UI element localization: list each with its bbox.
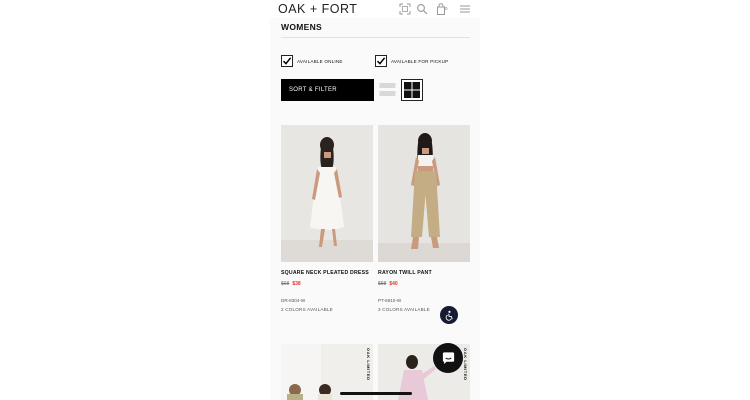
check-icon <box>282 57 292 65</box>
scan-icon[interactable] <box>399 3 411 15</box>
accessibility-button[interactable] <box>440 306 458 324</box>
limited-tag: OAK LIMITED <box>463 348 468 381</box>
product-price: $58 $40 <box>378 281 470 287</box>
filter-available-online[interactable]: AVAILABLE ONLINE <box>281 54 343 68</box>
accessibility-icon <box>445 310 453 321</box>
top-header: OAK + FORT 0 <box>270 0 480 18</box>
available-pickup-label: AVAILABLE FOR PICKUP <box>391 58 449 64</box>
product-image[interactable] <box>378 125 470 262</box>
product-sku: DR-8304-W <box>281 298 306 303</box>
filter-available-pickup[interactable]: AVAILABLE FOR PICKUP <box>375 54 448 68</box>
mobile-viewport: OAK + FORT 0 WOMENS AVAILABLE ONLINE AVA… <box>270 0 480 400</box>
brand-logo[interactable]: OAK + FORT <box>278 2 357 16</box>
divider <box>281 37 470 38</box>
available-pickup-checkbox[interactable] <box>375 55 387 67</box>
check-icon <box>376 57 386 65</box>
limited-tag: OAK LIMITED <box>366 348 371 381</box>
chat-button[interactable] <box>433 343 463 373</box>
menu-icon[interactable] <box>459 3 471 15</box>
available-online-label: AVAILABLE ONLINE <box>297 58 343 64</box>
sale-price: $38 <box>292 281 301 287</box>
chat-icon <box>442 351 454 364</box>
product-name[interactable]: RAYON TWILL PANT <box>378 270 470 276</box>
colors-available: 2 COLORS AVAILABLE <box>281 307 333 312</box>
product-sku: PT-6910-W <box>378 298 402 303</box>
list-view-icon[interactable] <box>379 81 396 98</box>
product-price: $68 $38 <box>281 281 373 287</box>
cart-count: 0 <box>445 6 448 11</box>
product-card[interactable]: SQUARE NECK PLEATED DRESS $68 $38 DR-8304… <box>281 125 373 312</box>
pant-photo <box>378 125 470 262</box>
grid-view-button[interactable] <box>401 79 423 101</box>
original-price: $68 <box>281 281 290 287</box>
dress-photo <box>281 125 373 262</box>
original-price: $58 <box>378 281 387 287</box>
home-indicator <box>340 392 412 395</box>
search-icon[interactable] <box>416 3 428 15</box>
available-online-checkbox[interactable] <box>281 55 293 67</box>
product-card[interactable]: RAYON TWILL PANT $58 $40 PT-6910-W 3 COLO… <box>378 125 470 312</box>
page-title: WOMENS <box>281 22 322 32</box>
product-image[interactable] <box>281 125 373 262</box>
sale-price: $40 <box>389 281 398 287</box>
product-name[interactable]: SQUARE NECK PLEATED DRESS <box>281 270 373 276</box>
sort-filter-button[interactable]: SORT & FILTER <box>281 79 374 101</box>
grid-view-icon <box>404 82 420 98</box>
